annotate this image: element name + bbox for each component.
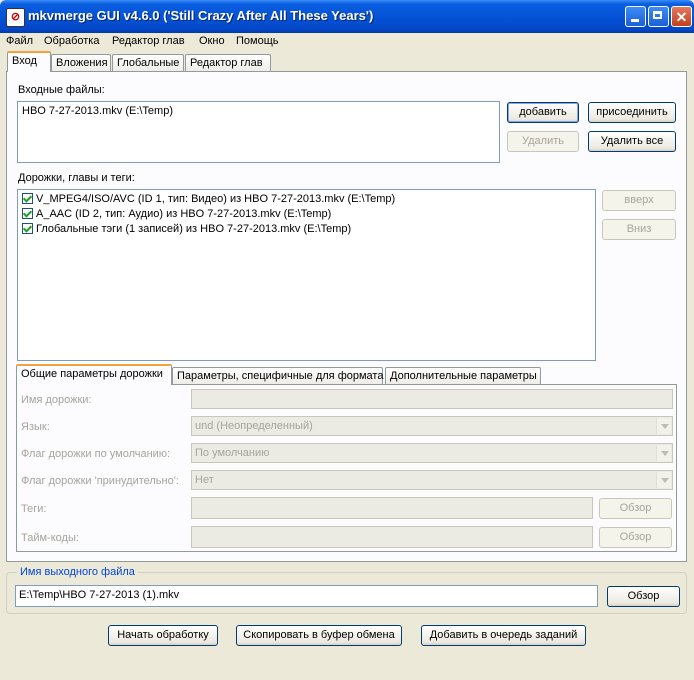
tracks-label: Дорожки, главы и теги: (18, 172, 135, 184)
menu-bar: Файл Обработка Редактор глав Окно Помощь (0, 33, 694, 51)
output-filename-input[interactable]: E:\Temp\HBO 7-27-2013 (1).mkv (15, 585, 598, 607)
add-button[interactable]: добавить (507, 102, 579, 123)
minimize-icon[interactable] (625, 6, 646, 27)
add-to-job-queue-button[interactable]: Добавить в очередь заданий (421, 625, 586, 646)
table-row[interactable]: Глобальные тэги (1 записей) из HBO 7-27-… (22, 223, 351, 238)
track-name-input[interactable] (191, 389, 673, 409)
tab-input[interactable]: Вход (7, 51, 51, 72)
tags-browse-button[interactable]: Обзор (599, 498, 672, 519)
menu-processing[interactable]: Обработка (44, 35, 99, 47)
table-row[interactable]: V_MPEG4/ISO/AVC (ID 1, тип: Видео) из HB… (22, 193, 395, 208)
language-value: und (Неопределенный) (195, 420, 313, 432)
forced-flag-value: Нет (195, 474, 214, 486)
remove-all-button[interactable]: Удалить все (588, 131, 676, 152)
language-select[interactable]: und (Неопределенный) (191, 416, 673, 436)
input-files-list[interactable]: HBO 7-27-2013.mkv (E:\Temp) (17, 101, 500, 163)
default-flag-value: По умолчанию (195, 447, 270, 459)
menu-window[interactable]: Окно (199, 35, 225, 47)
tab-extra-options[interactable]: Дополнительные параметры (385, 367, 541, 385)
tags-label: Теги: (21, 503, 47, 515)
remove-button[interactable]: Удалить (507, 131, 579, 152)
app-window: ⊘ mkvmerge GUI v4.6.0 ('Still Crazy Afte… (0, 0, 694, 680)
tracks-list[interactable]: V_MPEG4/ISO/AVC (ID 1, тип: Видео) из HB… (17, 189, 596, 361)
maximize-icon[interactable] (648, 6, 669, 27)
tab-general-track-options[interactable]: Общие параметры дорожки (16, 364, 172, 385)
default-flag-label: Флаг дорожки по умолчанию: (21, 448, 171, 460)
forced-flag-label: Флаг дорожки 'принудительно': (21, 475, 179, 487)
list-item[interactable]: HBO 7-27-2013.mkv (E:\Temp) (22, 105, 173, 117)
checkbox-checked-icon[interactable] (22, 223, 33, 234)
move-down-button[interactable]: Вниз (602, 219, 676, 240)
forced-flag-select[interactable]: Нет (191, 470, 673, 490)
menu-chapter-editor[interactable]: Редактор глав (112, 35, 185, 47)
append-button[interactable]: присоединить (588, 102, 676, 123)
track-name-label: Имя дорожки: (21, 394, 92, 406)
tab-format-specific-options[interactable]: Параметры, специфичные для формата (172, 367, 383, 385)
timecodes-browse-button[interactable]: Обзор (599, 527, 672, 548)
track-label: V_MPEG4/ISO/AVC (ID 1, тип: Видео) из HB… (36, 193, 396, 205)
track-label: A_AAC (ID 2, тип: Аудио) из HBO 7-27-201… (36, 208, 332, 220)
close-icon[interactable]: ✕ (671, 6, 692, 27)
track-label: Глобальные тэги (1 записей) из HBO 7-27-… (36, 223, 352, 235)
tags-input[interactable] (191, 497, 593, 519)
title-bar[interactable]: ⊘ mkvmerge GUI v4.6.0 ('Still Crazy Afte… (0, 0, 694, 33)
menu-file[interactable]: Файл (6, 35, 33, 47)
output-file-group-title: Имя выходного файла (17, 566, 138, 578)
default-flag-select[interactable]: По умолчанию (191, 443, 673, 463)
checkbox-checked-icon[interactable] (22, 208, 33, 219)
chevron-down-icon[interactable] (656, 472, 671, 488)
table-row[interactable]: A_AAC (ID 2, тип: Аудио) из HBO 7-27-201… (22, 208, 331, 223)
start-muxing-button[interactable]: Начать обработку (108, 625, 218, 646)
tab-chapter-editor[interactable]: Редактор глав (185, 54, 271, 72)
timecodes-label: Тайм-коды: (21, 532, 79, 544)
language-label: Язык: (21, 421, 50, 433)
copy-to-clipboard-button[interactable]: Скопировать в буфер обмена (236, 625, 402, 646)
output-browse-button[interactable]: Обзор (607, 586, 680, 607)
checkbox-checked-icon[interactable] (22, 193, 33, 204)
tab-global[interactable]: Глобальные (112, 54, 184, 72)
move-up-button[interactable]: вверх (602, 190, 676, 211)
chevron-down-icon[interactable] (656, 418, 671, 434)
menu-help[interactable]: Помощь (236, 35, 279, 47)
timecodes-input[interactable] (191, 526, 593, 548)
chevron-down-icon[interactable] (656, 445, 671, 461)
window-title: mkvmerge GUI v4.6.0 ('Still Crazy After … (28, 8, 374, 23)
input-files-label: Входные файлы: (18, 84, 105, 96)
app-icon[interactable]: ⊘ (6, 8, 25, 27)
tab-attachments[interactable]: Вложения (51, 54, 111, 72)
